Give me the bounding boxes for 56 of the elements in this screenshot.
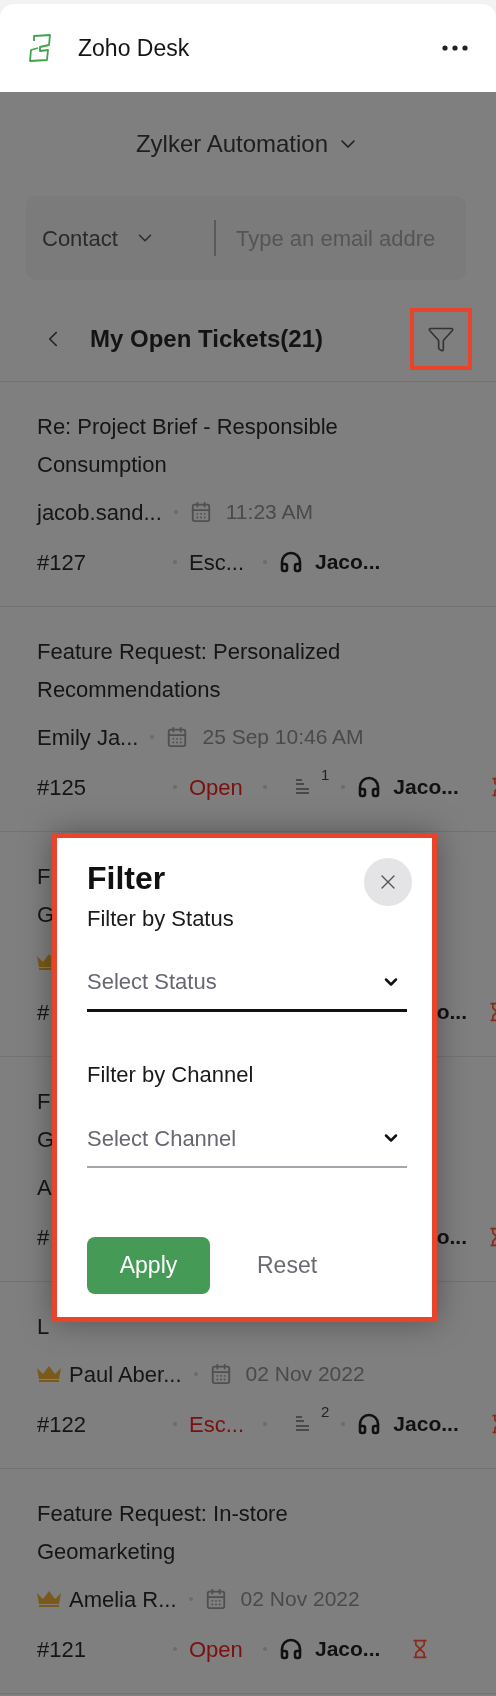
agent-name: Jaco...	[315, 549, 381, 576]
agent-name: Jaco...	[315, 1636, 381, 1663]
ticket-number: #127	[37, 548, 87, 577]
scope-selector[interactable]: Contact	[26, 221, 214, 255]
close-button[interactable]	[364, 858, 412, 906]
agent-name: o...	[436, 1224, 467, 1251]
headset-icon	[357, 775, 382, 799]
lines-icon	[295, 1415, 311, 1433]
ticket-title[interactable]: G	[37, 896, 55, 934]
select-field[interactable]: Select Status	[87, 954, 407, 1012]
ticket-title[interactable]: F	[37, 1083, 51, 1121]
more-button[interactable]	[442, 45, 468, 51]
dialog-title: Filter	[87, 860, 166, 896]
ticket-status: Open	[189, 773, 244, 802]
department-selector[interactable]: Zylker Automation	[135, 126, 361, 162]
lines-icon	[295, 778, 311, 796]
ticket-status: Esc...	[189, 548, 245, 577]
calendar-icon	[189, 501, 212, 523]
apply-button[interactable]: Apply	[87, 1237, 210, 1294]
ticket-number: #121	[37, 1635, 87, 1664]
ticket-number: #	[37, 998, 50, 1027]
reset-button[interactable]: Reset	[257, 1248, 318, 1283]
select-field[interactable]: Select Channel	[87, 1110, 407, 1168]
calendar-icon	[166, 726, 189, 748]
agent-name: Jaco...	[393, 1411, 459, 1438]
filter-button[interactable]	[410, 307, 472, 370]
ticket-title[interactable]: L	[37, 1308, 50, 1346]
ticket-number: #122	[37, 1410, 87, 1439]
agent-name: o...	[436, 999, 467, 1026]
requester-name: Paul Aber...	[69, 1360, 182, 1389]
list-title: My Open Tickets(21)	[90, 323, 323, 354]
calendar-icon	[209, 1363, 232, 1385]
headset-icon	[357, 1412, 382, 1436]
headset-icon	[279, 1637, 303, 1661]
ticket-title[interactable]: Feature Request: In-store Geomarketing	[37, 1495, 417, 1571]
requester-name: Amelia R...	[69, 1585, 177, 1614]
ticket-title[interactable]: F	[37, 858, 51, 896]
ticket-title[interactable]: G	[37, 1121, 55, 1159]
thread-count: 2	[321, 1402, 330, 1422]
ticket-title[interactable]: Feature Request: Personalized Recommendations	[37, 633, 417, 709]
calendar-icon	[204, 1588, 227, 1610]
ticket-number: #	[37, 1223, 50, 1252]
ticket-status: Esc...	[189, 1410, 245, 1439]
ticket-number: #125	[37, 773, 87, 802]
logo-icon	[28, 33, 52, 63]
more-icon	[442, 45, 468, 51]
app-title: Zoho Desk	[78, 33, 190, 63]
ticket-status: Open	[189, 1635, 244, 1664]
requester-name: jacob.sand...	[37, 498, 162, 527]
thread-count: 1	[321, 765, 330, 785]
requester-name: A	[37, 1173, 52, 1202]
field-label: Filter by Channel	[87, 1061, 255, 1089]
requester-name: Emily Ja...	[37, 723, 139, 752]
agent-name: Jaco...	[393, 774, 459, 801]
field-label: Filter by Status	[87, 905, 235, 933]
headset-icon	[279, 550, 303, 574]
